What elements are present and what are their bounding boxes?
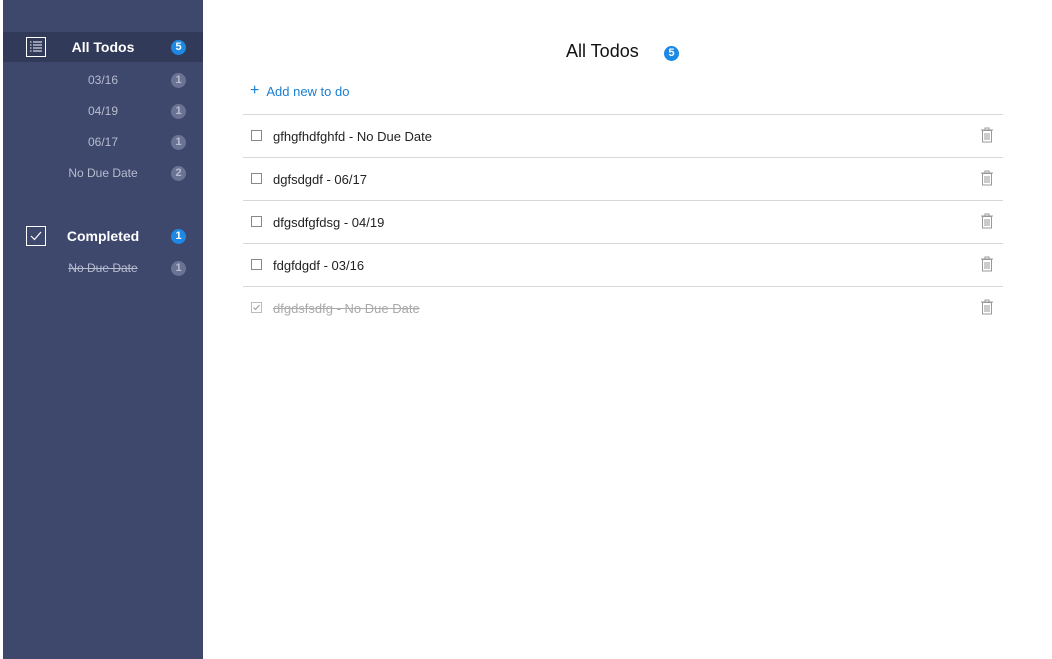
trash-icon[interactable] xyxy=(980,127,994,143)
todo-checkbox[interactable] xyxy=(251,259,262,270)
todo-text[interactable]: dgfsdgdf - 06/17 xyxy=(273,172,367,187)
count-badge: 5 xyxy=(171,39,186,55)
count-badge: 1 xyxy=(171,103,186,119)
todo-checkbox[interactable] xyxy=(251,216,262,227)
todo-checkbox[interactable] xyxy=(251,173,262,184)
sidebar-group-completed[interactable]: Completed 1 xyxy=(3,221,203,251)
todo-checkbox-checked[interactable] xyxy=(251,302,262,313)
todo-text[interactable]: dfgsdfgfdsg - 04/19 xyxy=(273,215,384,230)
sidebar-group-all-todos[interactable]: All Todos 5 xyxy=(3,32,203,62)
sidebar-item-03-16[interactable]: 03/16 1 xyxy=(3,69,203,91)
todo-row: dfgsdfgfdsg - 04/19 xyxy=(243,201,1003,244)
todo-row: gfhgfhdfghfd - No Due Date xyxy=(243,115,1003,158)
trash-icon[interactable] xyxy=(980,170,994,186)
add-todo-button[interactable]: + Add new to do xyxy=(250,82,349,100)
todo-list: gfhgfhdfghfd - No Due Date dgfsdgdf - 06… xyxy=(243,114,1003,329)
count-badge: 1 xyxy=(171,228,186,244)
plus-icon: + xyxy=(250,82,260,99)
todo-text[interactable]: gfhgfhdfghfd - No Due Date xyxy=(273,129,432,144)
sidebar: All Todos 5 03/16 1 04/19 1 06/17 1 No D… xyxy=(3,0,203,659)
page-title: All Todos xyxy=(566,41,639,61)
todo-row: fdgfdgdf - 03/16 xyxy=(243,244,1003,287)
todo-row-completed: dfgdsfsdfg - No Due Date xyxy=(243,287,1003,329)
add-todo-label: Add new to do xyxy=(266,83,350,99)
trash-icon[interactable] xyxy=(980,299,994,315)
todo-checkbox[interactable] xyxy=(251,130,262,141)
count-badge: 1 xyxy=(171,134,186,150)
count-badge: 1 xyxy=(171,72,186,88)
sidebar-item-no-due-date[interactable]: No Due Date 2 xyxy=(3,162,203,184)
todo-text[interactable]: dfgdsfsdfg - No Due Date xyxy=(273,301,420,316)
sidebar-item-06-17[interactable]: 06/17 1 xyxy=(3,131,203,153)
title-count-badge: 5 xyxy=(664,46,679,61)
count-badge: 1 xyxy=(171,260,186,276)
sidebar-item-04-19[interactable]: 04/19 1 xyxy=(3,100,203,122)
trash-icon[interactable] xyxy=(980,213,994,229)
todo-row: dgfsdgdf - 06/17 xyxy=(243,158,1003,201)
sidebar-item-completed-no-due-date[interactable]: No Due Date 1 xyxy=(3,257,203,279)
todo-text[interactable]: fdgfdgdf - 03/16 xyxy=(273,258,364,273)
count-badge: 2 xyxy=(171,165,186,181)
trash-icon[interactable] xyxy=(980,256,994,272)
